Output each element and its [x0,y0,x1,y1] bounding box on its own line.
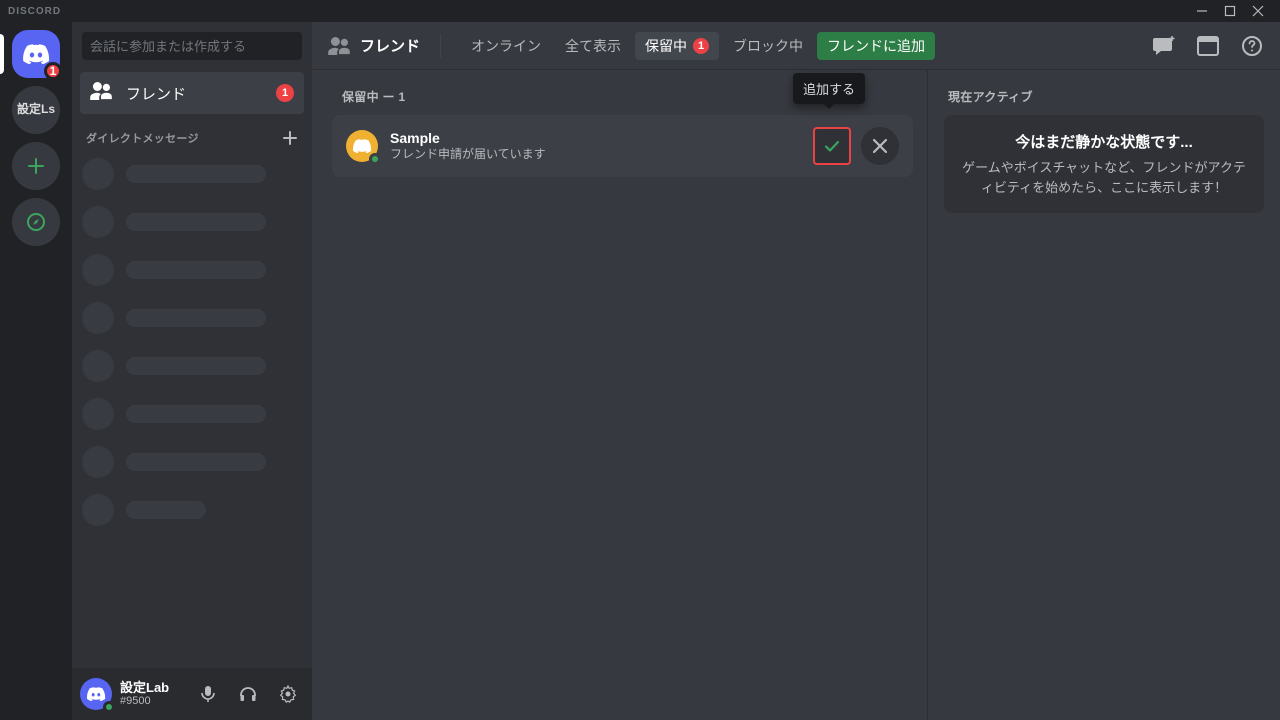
friend-request-row[interactable]: Sample フレンド申請が届いています 追加する [332,115,913,177]
friends-icon [90,82,112,105]
dm-section-header: ダイレクトメッセージ [86,130,199,146]
mic-icon [199,685,217,703]
discord-icon [22,44,50,64]
tab-online[interactable]: オンライン [461,32,551,60]
panel-username: 設定Lab [120,681,169,695]
dm-list [72,152,312,532]
home-button[interactable]: 1 [12,30,60,78]
request-avatar [346,130,378,162]
titlebar: DISCORD [0,0,1280,22]
guild-server-item[interactable]: 設定Ls [12,86,60,134]
friends-nav-badge: 1 [276,84,294,102]
now-playing-card: 今はまだ静かな状態です... ゲームやボイスチャットなど、フレンドがアクティビテ… [944,115,1264,213]
guild-pill [0,34,4,74]
dm-skeleton [82,254,302,286]
tab-all[interactable]: 全て表示 [555,32,631,60]
tab-pending[interactable]: 保留中 1 [635,32,719,60]
dm-skeleton [82,206,302,238]
panel-tag: #9500 [120,695,169,707]
friends-icon [328,37,350,55]
dm-skeleton [82,446,302,478]
app-logo: DISCORD [8,6,61,17]
new-group-dm-button[interactable] [1152,34,1176,58]
check-icon [823,137,841,155]
tab-add-friend[interactable]: フレンドに追加 [817,32,935,60]
friends-nav-button[interactable]: フレンド 1 [80,72,304,114]
friends-nav-label: フレンド [126,83,262,104]
main-header: フレンド オンライン 全て表示 保留中 1 ブロック中 フレンドに追加 [312,22,1280,70]
search-input[interactable] [82,32,302,60]
pending-badge: 1 [693,38,709,54]
compass-icon [26,212,46,232]
plus-icon [26,156,46,176]
user-panel: 設定Lab #9500 [72,668,312,720]
now-playing-title: 現在アクティブ [948,88,1264,105]
header-title: フレンド [360,35,420,56]
add-server-button[interactable] [12,142,60,190]
request-username: Sample [390,129,546,147]
minimize-button[interactable] [1188,0,1216,22]
dm-skeleton [82,398,302,430]
mute-button[interactable] [192,678,224,710]
inbox-icon [1197,36,1219,56]
pending-section: 保留中 ー 1 Sample フレンド申請が届いています 追加する [312,70,928,720]
guild-list: 1 設定Ls [0,22,72,720]
inbox-button[interactable] [1196,34,1220,58]
guild-server-label: 設定Ls [17,103,55,116]
settings-button[interactable] [272,678,304,710]
main-area: フレンド オンライン 全て表示 保留中 1 ブロック中 フレンドに追加 [312,22,1280,720]
chat-plus-icon [1152,35,1176,57]
discord-icon [352,139,372,153]
status-indicator [103,701,115,713]
x-icon [872,138,888,154]
help-icon [1241,35,1263,57]
dm-sidebar: フレンド 1 ダイレクトメッセージ 設定Lab #9500 [72,22,312,720]
accept-tooltip: 追加する [793,73,865,104]
dm-skeleton [82,350,302,382]
dm-skeleton [82,158,302,190]
plus-icon [283,131,297,145]
explore-button[interactable] [12,198,60,246]
gear-icon [279,685,297,703]
dm-skeleton [82,302,302,334]
accept-request-button[interactable] [813,127,851,165]
home-badge: 1 [44,62,62,80]
now-playing-section: 現在アクティブ 今はまだ静かな状態です... ゲームやボイスチャットなど、フレン… [928,70,1280,720]
help-button[interactable] [1240,34,1264,58]
headphones-icon [239,685,257,703]
status-indicator [369,153,381,165]
dm-skeleton [82,494,302,526]
decline-request-button[interactable] [861,127,899,165]
deafen-button[interactable] [232,678,264,710]
now-playing-heading: 今はまだ静かな状態です... [958,131,1250,152]
now-playing-body: ゲームやボイスチャットなど、フレンドがアクティビティを始めたら、ここに表示します… [958,158,1250,197]
maximize-button[interactable] [1216,0,1244,22]
discord-icon [86,687,106,701]
tab-blocked[interactable]: ブロック中 [723,32,813,60]
close-button[interactable] [1244,0,1272,22]
new-dm-button[interactable] [282,130,298,146]
user-avatar[interactable] [80,678,112,710]
request-subtitle: フレンド申請が届いています [390,147,546,163]
